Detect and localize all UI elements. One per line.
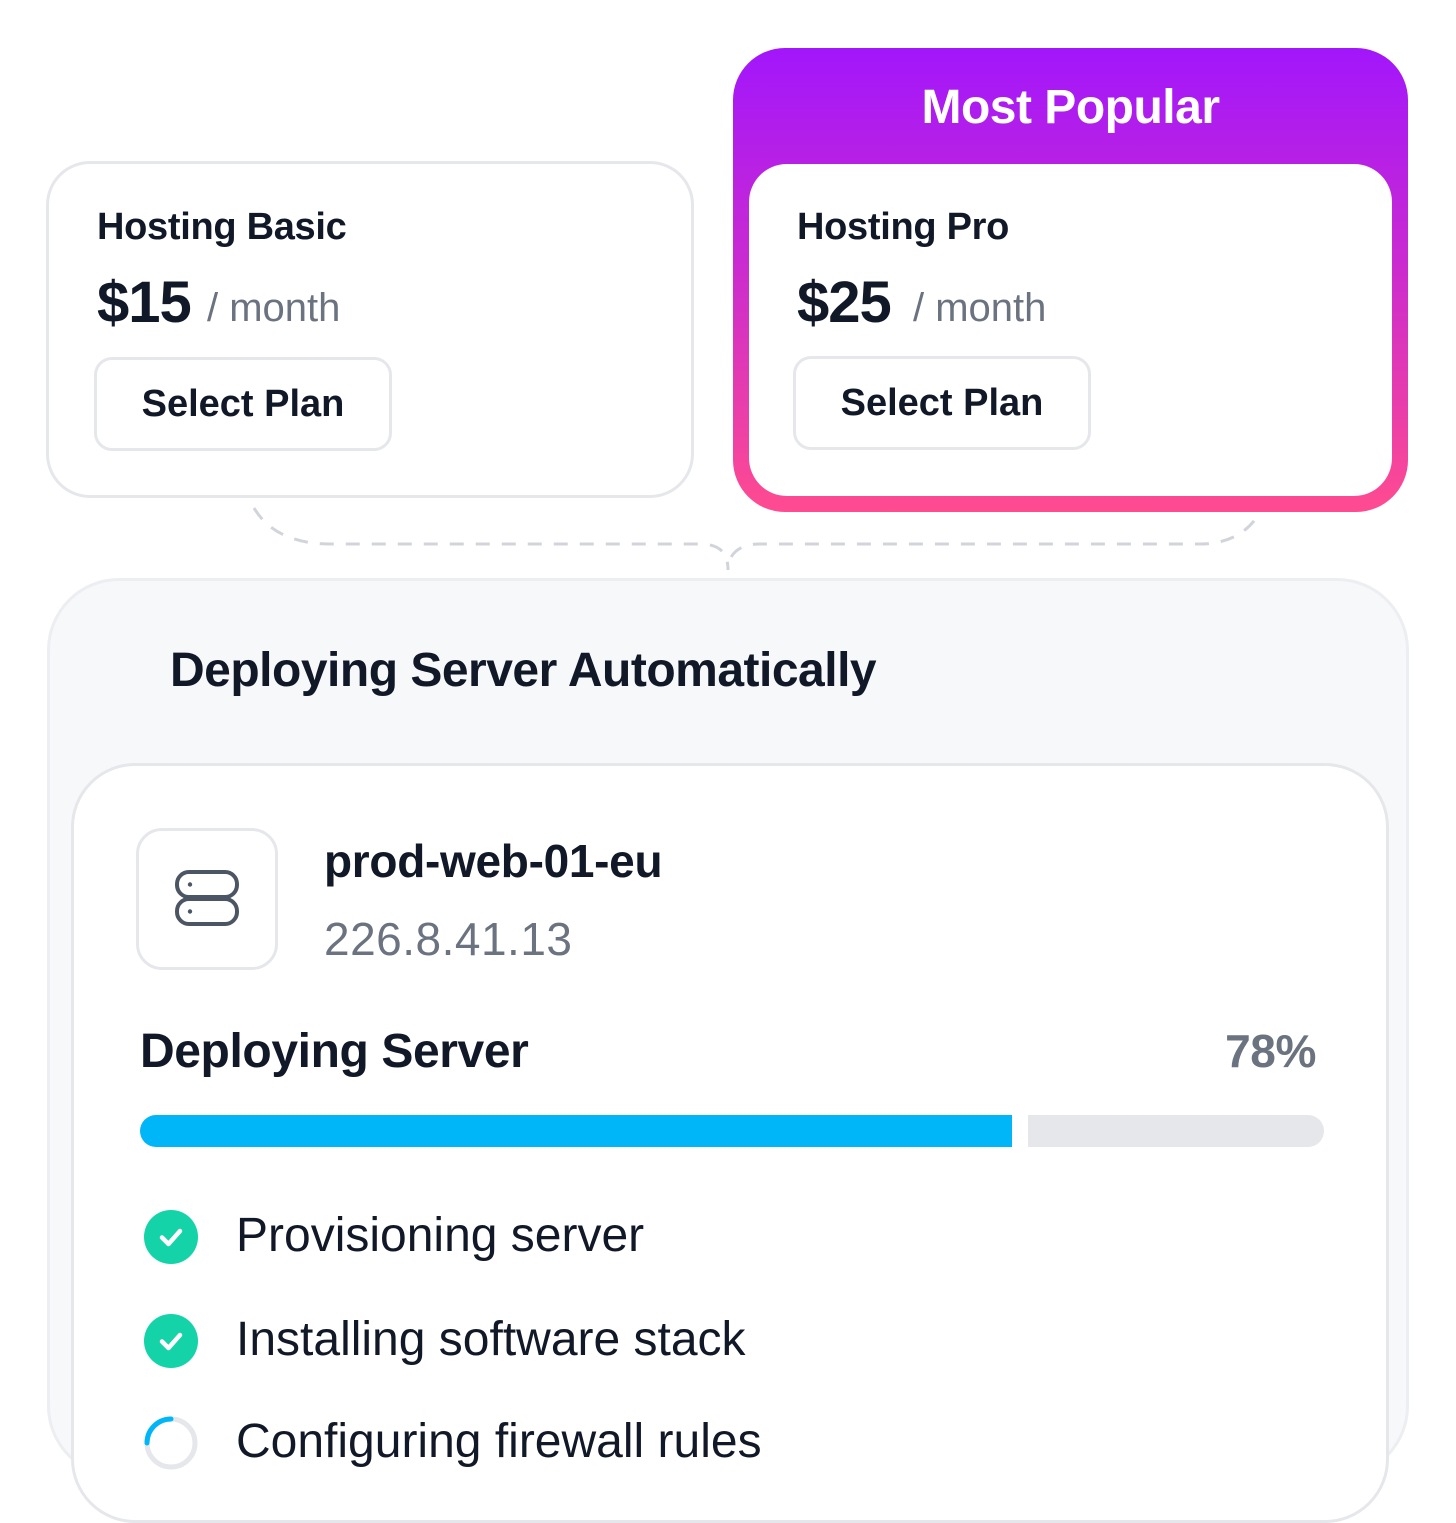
plan-period: / month (913, 286, 1047, 330)
progress-label: Deploying Server (140, 1025, 529, 1078)
progress-fill (140, 1115, 1012, 1147)
list-item: Configuring firewall rules (140, 1412, 1040, 1472)
plan-name: Hosting Pro (797, 206, 1010, 248)
step-label: Provisioning server (236, 1209, 645, 1262)
progress-percent: 78% (1225, 1025, 1316, 1077)
server-icon-box (136, 828, 278, 970)
server-ip: 226.8.41.13 (324, 913, 573, 965)
select-plan-pro-button[interactable]: Select Plan (793, 356, 1091, 450)
list-item: Installing software stack (140, 1310, 1040, 1370)
most-popular-badge: Most Popular (921, 81, 1220, 134)
plan-card-basic: Hosting Basic $15 / month Select Plan (46, 161, 694, 498)
check-circle-icon (144, 1210, 198, 1264)
check-circle-icon (144, 1314, 198, 1368)
step-label: Configuring firewall rules (236, 1415, 762, 1468)
server-name: prod-web-01-eu (324, 835, 663, 887)
deploy-panel: Deploying Server Automatically prod-web-… (47, 578, 1409, 1523)
server-icon (175, 870, 239, 926)
progress-bar (140, 1115, 1324, 1147)
plan-period: / month (207, 286, 341, 330)
server-card: prod-web-01-eu 226.8.41.13 Deploying Ser… (71, 763, 1389, 1523)
plan-name: Hosting Basic (97, 206, 347, 248)
list-item: Provisioning server (140, 1206, 1040, 1266)
deploy-title: Deploying Server Automatically (170, 644, 877, 697)
plan-card-pro: Hosting Pro $25 / month Select Plan (749, 164, 1392, 496)
plan-price: $25 (797, 270, 892, 335)
step-label: Installing software stack (236, 1313, 746, 1366)
select-plan-basic-button[interactable]: Select Plan (94, 357, 392, 451)
plan-card-pro-highlight: Most Popular Hosting Pro $25 / month Sel… (733, 48, 1408, 512)
progress-remaining (1028, 1115, 1324, 1147)
plan-price: $15 (97, 270, 192, 335)
loading-spinner-icon (144, 1416, 198, 1470)
